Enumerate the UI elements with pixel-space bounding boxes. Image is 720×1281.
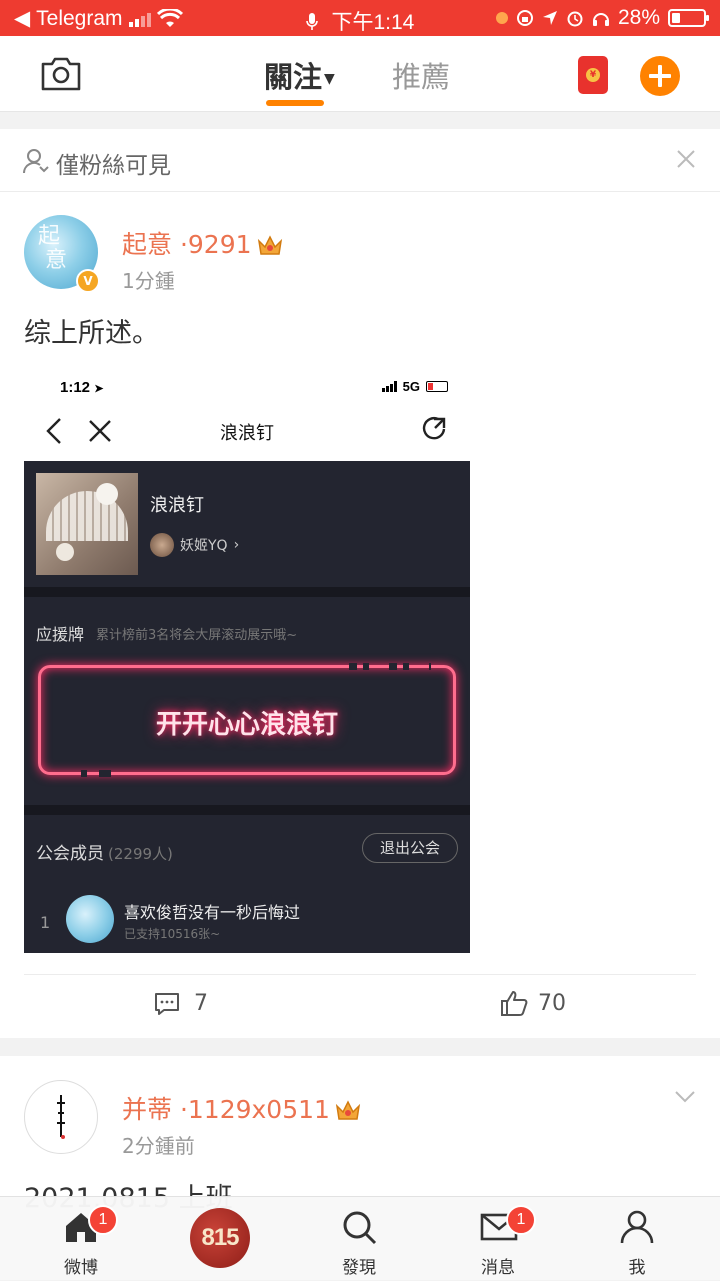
post-time: 1分鍾 [122, 269, 175, 293]
visibility-bar: 僅粉絲可見 [0, 129, 720, 192]
location-icon [542, 11, 557, 25]
guild-label: 公会成员 (2299人) [36, 844, 173, 864]
quit-guild-button: 退出公会 [362, 833, 458, 863]
like-count: 70 [538, 990, 566, 1016]
comment-icon [155, 992, 179, 1015]
thumbs-up-icon [501, 991, 528, 1016]
comment-count: 7 [194, 991, 208, 1016]
camera-icon[interactable] [40, 56, 82, 92]
artist-name: 妖姬YQ [180, 538, 228, 554]
divider [24, 974, 696, 975]
post-text: 综上所述。 [24, 318, 159, 349]
chevron-down-icon[interactable] [674, 1090, 696, 1104]
red-packet-icon[interactable]: ¥ [578, 56, 608, 94]
tab-follow-label: 關注 [264, 60, 323, 94]
plus-icon[interactable] [640, 56, 680, 96]
embedded-title: 浪浪钉 [220, 423, 274, 444]
neon-sign: 开开心心浪浪钉 [38, 663, 456, 777]
bottom-nav: 微博 1 發現 消息 1 我 [0, 1196, 720, 1280]
microphone-icon [305, 13, 318, 30]
member-name: 喜欢俊哲没有一秒后悔过 [124, 903, 301, 922]
messages-badge: 1 [506, 1205, 536, 1235]
embedded-battery-icon [426, 381, 448, 392]
rotation-lock-icon [516, 10, 533, 26]
username-text: 并蒂 ·1129x0511 [122, 1095, 330, 1124]
search-icon [343, 1211, 377, 1245]
tab-follow[interactable]: 關注 ▼ [264, 54, 335, 96]
comment-button[interactable]: 7 [154, 991, 208, 1016]
embedded-network: 5G [402, 379, 420, 394]
embedded-nav: 浪浪钉 [24, 401, 470, 461]
support-sub: 累计榜前3名将会大屏滚动展示哦~ [96, 628, 298, 643]
embedded-signal-icon [381, 381, 397, 392]
like-button[interactable]: 70 [500, 989, 566, 1017]
embedded-content: 浪浪钉 妖姬YQ › 应援牌 累计榜前3名将会大屏滚动展示哦~ 开开心心浪浪钉 公… [24, 461, 470, 953]
post-time: 2分鍾前 [122, 1134, 195, 1158]
member-sub: 已支持10516张~ [124, 927, 221, 941]
battery-percent: 28% [617, 6, 660, 29]
member-avatar [66, 895, 114, 943]
username[interactable]: 起意 ·9291 [122, 225, 284, 261]
username-text: 起意 ·9291 [122, 230, 252, 259]
post-image[interactable]: 1:12 ➤ 5G 浪浪钉 浪浪钉 妖姬YQ › 应援牌 累计榜前3名将会大屏滚动… [24, 361, 470, 953]
crown-icon [257, 235, 282, 255]
member-rank: 1 [40, 913, 51, 932]
guild-count: (2299人) [108, 845, 173, 863]
nav-me-label: 我 [628, 1258, 646, 1278]
visibility-label: 僅粉絲可見 [56, 153, 171, 179]
headphones-icon [592, 13, 609, 26]
nav-messages-label: 消息 [481, 1258, 515, 1278]
active-tab-indicator [266, 100, 324, 106]
center-event-button[interactable]: 815 [190, 1208, 250, 1268]
artist-row: 妖姬YQ › [150, 533, 239, 557]
caret-down-icon: ▼ [324, 71, 335, 87]
nav-me[interactable]: 我 [592, 1197, 682, 1281]
crown-icon [335, 1100, 361, 1120]
clock: 下午1:14 [331, 11, 415, 34]
nav-discover[interactable]: 發現 [314, 1197, 404, 1281]
profile-icon [620, 1210, 654, 1244]
embedded-status-bar: 1:12 ➤ 5G [24, 361, 470, 401]
fans-only-icon [23, 149, 49, 174]
neon-text: 开开心心浪浪钉 [155, 710, 338, 740]
post-card: 僅粉絲可見 起 意 V 起意 ·9291 1分鍾 综上所述。 1:12 ➤ 5G… [0, 129, 720, 1038]
nav-home-label: 微博 [64, 1258, 98, 1278]
home-badge: 1 [88, 1205, 118, 1235]
support-label: 应援牌 [36, 625, 85, 644]
alarm-icon [567, 11, 583, 27]
close-icon[interactable] [676, 149, 696, 169]
verified-badge-icon: V [76, 269, 100, 293]
status-bar: ◀ Telegram 下午1:14 28% [0, 0, 720, 36]
tab-recommend[interactable]: 推薦 [392, 54, 450, 96]
top-header: 關注 ▼ 推薦 ¥ [0, 36, 720, 112]
recording-dot-icon [495, 12, 508, 24]
artist-avatar [150, 533, 174, 557]
share-icon [422, 417, 446, 440]
album-art [36, 473, 138, 575]
avatar[interactable] [24, 1080, 98, 1154]
battery-icon [668, 9, 709, 27]
embedded-time: 1:12 ➤ [60, 379, 104, 396]
nav-discover-label: 發現 [342, 1258, 376, 1278]
song-title: 浪浪钉 [150, 495, 204, 516]
chevron-right-icon: › [233, 537, 240, 553]
username[interactable]: 并蒂 ·1129x0511 [122, 1090, 362, 1126]
